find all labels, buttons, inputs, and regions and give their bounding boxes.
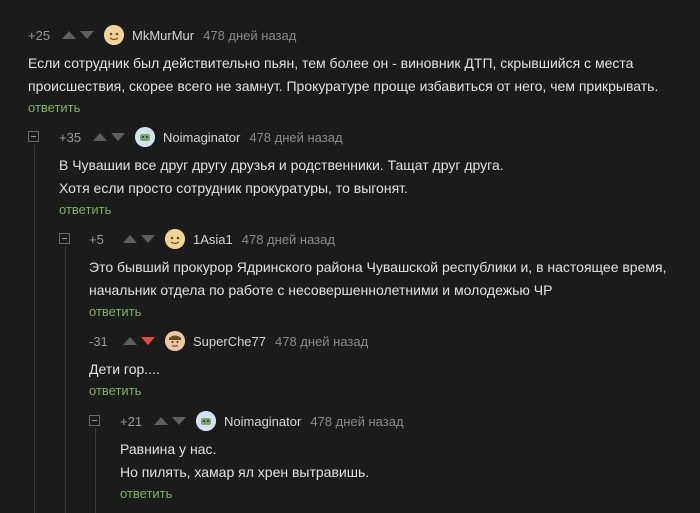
comment-line: начальник отдела по работе с несовершенн… (89, 282, 553, 298)
avatar-image-icon (104, 25, 124, 45)
username[interactable]: 1Asia1 (193, 232, 233, 247)
rating: -31 (89, 333, 108, 349)
avatar-image-icon (165, 331, 185, 351)
comment-text: В Чувашии все друг другу друзья и родств… (59, 154, 504, 200)
timestamp: 478 дней назад (249, 129, 343, 145)
username[interactable]: SuperChe77 (193, 334, 266, 349)
avatar[interactable] (104, 25, 124, 45)
comment-line: Но пилять, хамар ял хрен вытравишь. (120, 464, 370, 480)
downvote-icon[interactable] (141, 337, 155, 345)
avatar[interactable] (196, 411, 216, 431)
comment: -31 SuperChe77 478 дней назад Дети гор..… (89, 328, 368, 398)
comment-text: Дети гор.... (89, 358, 368, 381)
comment: +21 Noimaginator 478 дней назад Равнина … (120, 408, 404, 501)
comment: +35 Noimaginator 478 дней назад В Чуваши… (59, 124, 504, 217)
upvote-icon[interactable] (93, 133, 107, 141)
downvote-icon[interactable] (141, 235, 155, 243)
upvote-icon[interactable] (62, 31, 76, 39)
downvote-icon[interactable] (80, 31, 94, 39)
downvote-icon[interactable] (111, 133, 125, 141)
collapse-button[interactable] (89, 415, 100, 426)
reply-link[interactable]: ответить (89, 304, 666, 319)
rating: +21 (120, 413, 143, 429)
rating: +35 (59, 129, 82, 145)
reply-link[interactable]: ответить (59, 202, 504, 217)
comment-text: Равнина у нас. Но пилять, хамар ял хрен … (120, 438, 404, 484)
comment: +5 1Asia1 478 дней назад Это бывший прок… (89, 226, 666, 319)
reply-link[interactable]: ответить (89, 383, 368, 398)
avatar-image-icon (135, 127, 155, 147)
comment-line: Если сотрудник был действительно пьян, т… (28, 55, 634, 71)
avatar-image-icon (196, 411, 216, 431)
username[interactable]: Noimaginator (224, 414, 301, 429)
timestamp: 478 дней назад (275, 333, 369, 349)
collapse-button[interactable] (28, 131, 39, 142)
reply-link[interactable]: ответить (28, 100, 658, 115)
thread-line (95, 428, 96, 513)
timestamp: 478 дней назад (241, 231, 335, 247)
thread-line (65, 246, 66, 513)
upvote-icon[interactable] (154, 417, 168, 425)
comment-text: Это бывший прокурор Ядринского района Чу… (89, 256, 666, 302)
avatar-image-icon (165, 229, 185, 249)
comment-text: Если сотрудник был действительно пьян, т… (28, 52, 658, 98)
upvote-icon[interactable] (123, 337, 137, 345)
avatar[interactable] (135, 127, 155, 147)
avatar[interactable] (165, 331, 185, 351)
reply-link[interactable]: ответить (120, 486, 404, 501)
comment-line: Хотя если просто сотрудник прокуратуры, … (59, 180, 408, 196)
collapse-button[interactable] (59, 233, 70, 244)
downvote-icon[interactable] (172, 417, 186, 425)
rating: +5 (89, 231, 104, 247)
username[interactable]: MkMurMur (132, 28, 194, 43)
timestamp: 478 дней назад (310, 413, 404, 429)
upvote-icon[interactable] (123, 235, 137, 243)
username[interactable]: Noimaginator (163, 130, 240, 145)
avatar[interactable] (165, 229, 185, 249)
timestamp: 478 дней назад (203, 27, 297, 43)
thread-line (34, 145, 35, 513)
comment-line: Дети гор.... (89, 361, 160, 377)
comment-line: Это бывший прокурор Ядринского района Чу… (89, 259, 667, 275)
rating: +25 (28, 27, 51, 43)
comment-line: происшествия, скорее всего не замнут. Пр… (28, 78, 659, 94)
comment-line: В Чувашии все друг другу друзья и родств… (59, 157, 504, 173)
comment-line: Равнина у нас. (120, 441, 217, 457)
comment: +25 MkMurMur 478 дней назад Если сотрудн… (28, 22, 658, 115)
